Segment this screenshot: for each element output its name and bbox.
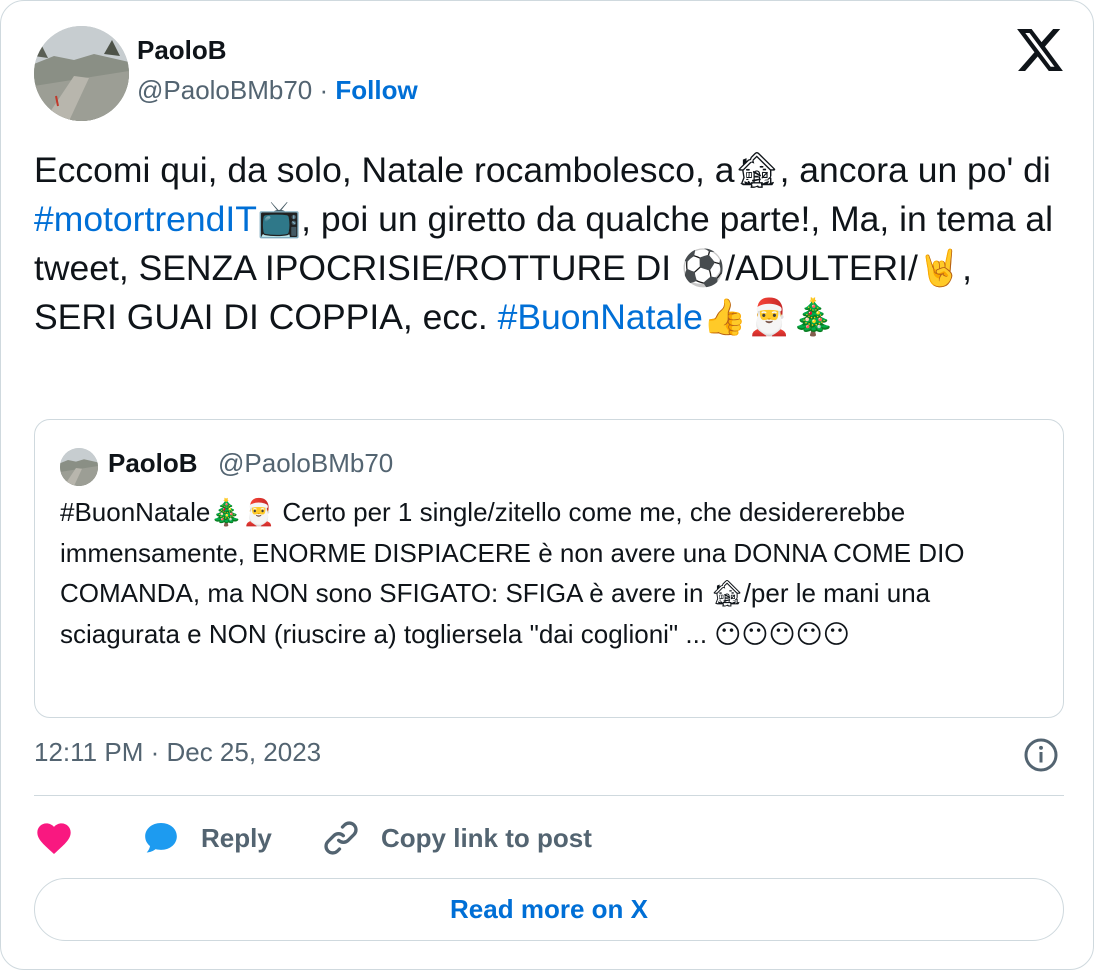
text-run: Eccomi qui, da solo, Natale rocambolesco… <box>34 150 735 190</box>
author-handle-row: @PaoloBMb70 · Follow <box>137 75 418 106</box>
tweet-timestamp[interactable]: 12:11 PM · Dec 25, 2023 <box>34 737 321 768</box>
embedded-tweet-card: PaoloB @PaoloBMb70 · Follow Eccomi qui, … <box>0 0 1094 970</box>
copy-link-label: Copy link to post <box>381 822 592 853</box>
hashtag-link[interactable]: #motortrendIT <box>34 199 257 239</box>
author-name[interactable]: PaoloB <box>137 35 227 66</box>
reply-label: Reply <box>201 822 272 853</box>
hashtag-link[interactable]: #BuonNatale <box>498 297 703 337</box>
like-button[interactable] <box>34 813 74 863</box>
link-icon <box>324 821 358 855</box>
divider <box>34 795 1064 796</box>
quoted-author-handle: @PaoloBMb70 <box>218 448 394 478</box>
tweet-text: Eccomi qui, da solo, Natale rocambolesco… <box>34 146 1064 342</box>
emoji: 👍 <box>702 297 748 338</box>
quoted-author-name: PaoloB <box>108 448 198 478</box>
author-avatar[interactable] <box>34 26 129 121</box>
avatar-photo-icon <box>34 26 129 121</box>
read-more-button[interactable]: Read more on X <box>34 878 1064 941</box>
quoted-tweet[interactable]: PaoloB @PaoloBMb70 #BuonNatale🎄🎅 Certo p… <box>34 419 1064 718</box>
reply-button[interactable]: Reply <box>141 813 272 863</box>
speech-bubble-icon <box>145 823 177 853</box>
emoji: 🏚 <box>734 150 780 191</box>
x-logo-icon[interactable] <box>1017 29 1063 71</box>
emoji: 🤘 <box>917 248 963 289</box>
quoted-author-avatar <box>60 448 98 486</box>
follow-button[interactable]: Follow <box>335 75 417 105</box>
emoji: 🎅 <box>747 297 792 338</box>
text-run: , ancora un po' di <box>779 150 1051 190</box>
emoji: 📺 <box>256 199 302 240</box>
emoji: 😶😶😶😶😶 <box>714 620 850 650</box>
emoji: 🏚 <box>710 579 744 609</box>
copy-link-button[interactable]: Copy link to post <box>321 813 592 863</box>
emoji: 🎅 <box>242 498 276 528</box>
text-run: #BuonNatale <box>60 497 211 527</box>
emoji: ⚽ <box>681 248 726 289</box>
text-run: /ADULTERI/ <box>725 248 918 288</box>
quoted-tweet-text: #BuonNatale🎄🎅 Certo per 1 single/zitello… <box>60 492 1050 655</box>
avatar-photo-icon <box>60 448 98 486</box>
heart-icon <box>37 823 71 854</box>
handle-separator: · <box>319 75 329 105</box>
info-icon[interactable] <box>1023 737 1059 773</box>
author-handle[interactable]: @PaoloBMb70 <box>137 75 312 105</box>
emoji: 🎄 <box>210 498 243 528</box>
emoji: 🎄 <box>791 297 836 338</box>
